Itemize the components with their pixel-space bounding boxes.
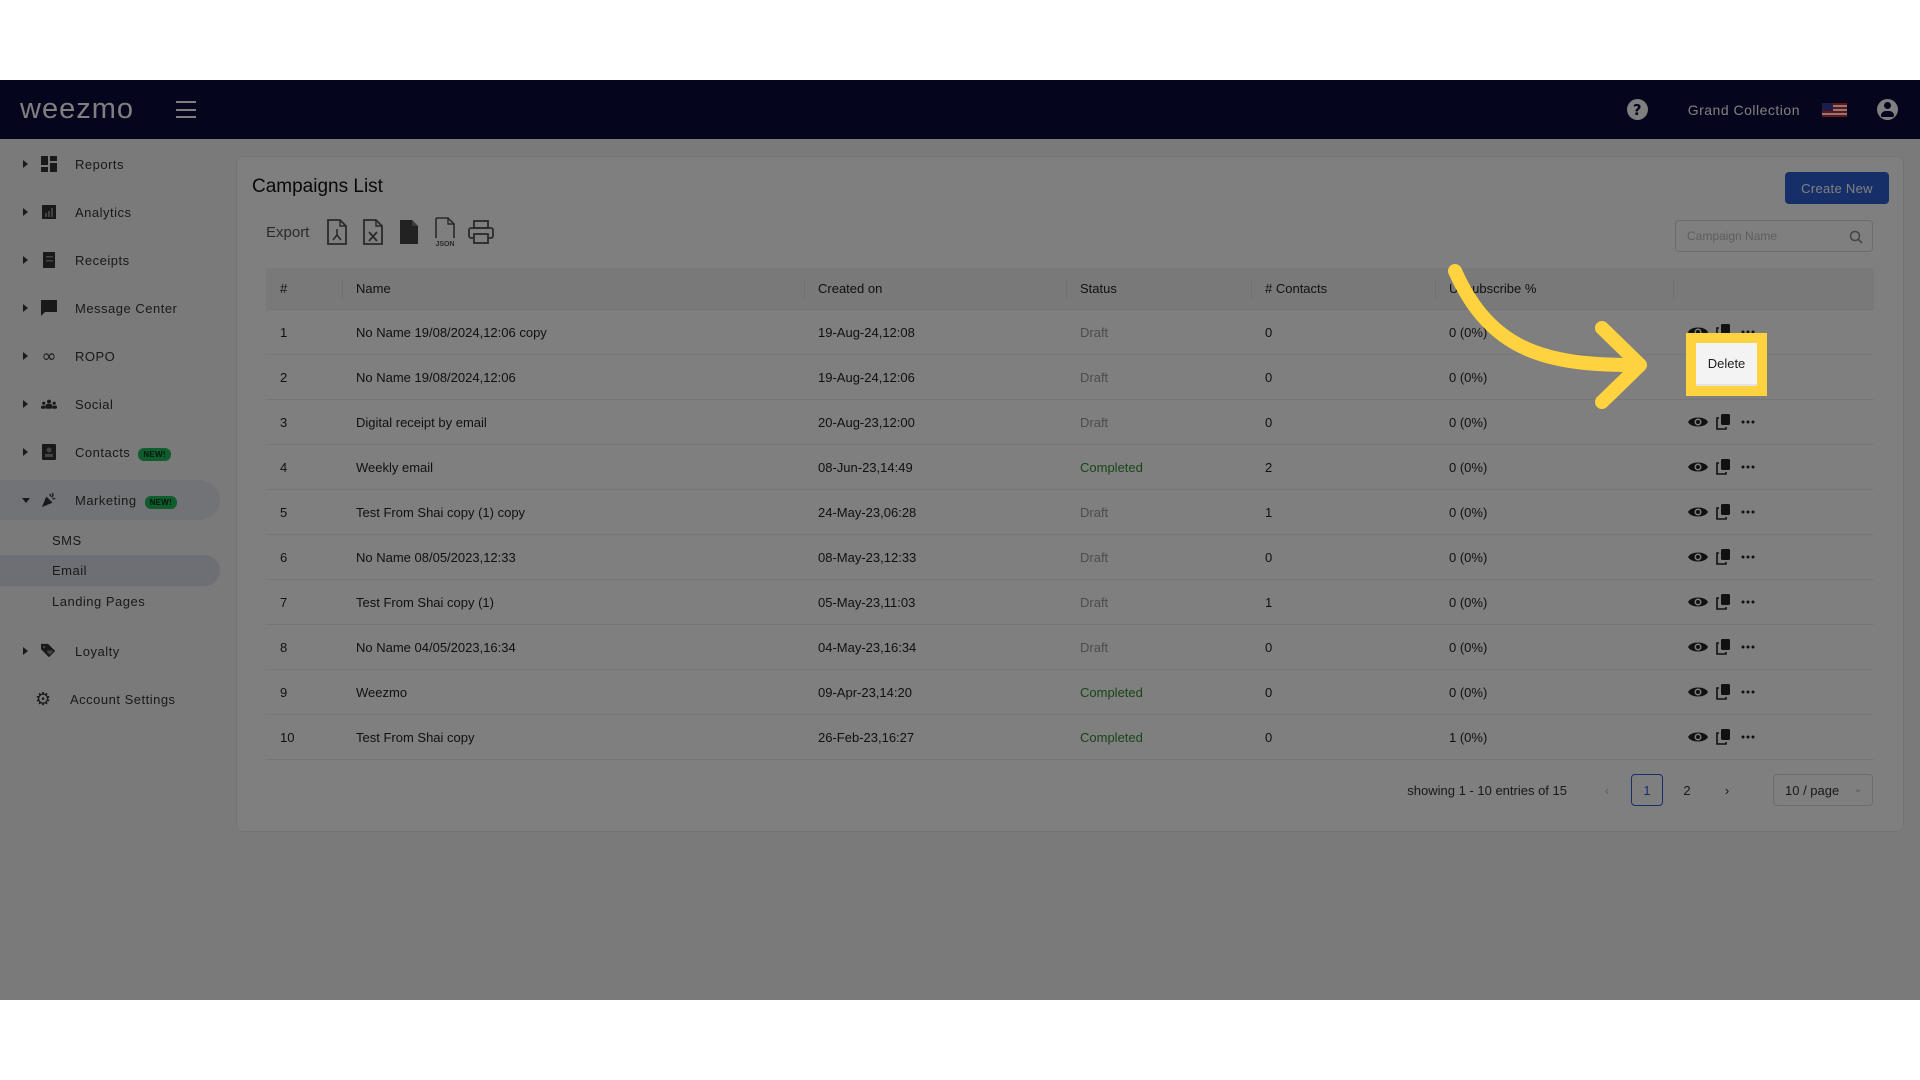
- app-screen: weezmo ? Grand Collection Reports Analyt…: [0, 80, 1920, 1000]
- modal-overlay: [0, 80, 1920, 1000]
- delete-menu-item[interactable]: Delete: [1696, 343, 1757, 386]
- annotation-highlight-box: Delete: [1686, 333, 1767, 396]
